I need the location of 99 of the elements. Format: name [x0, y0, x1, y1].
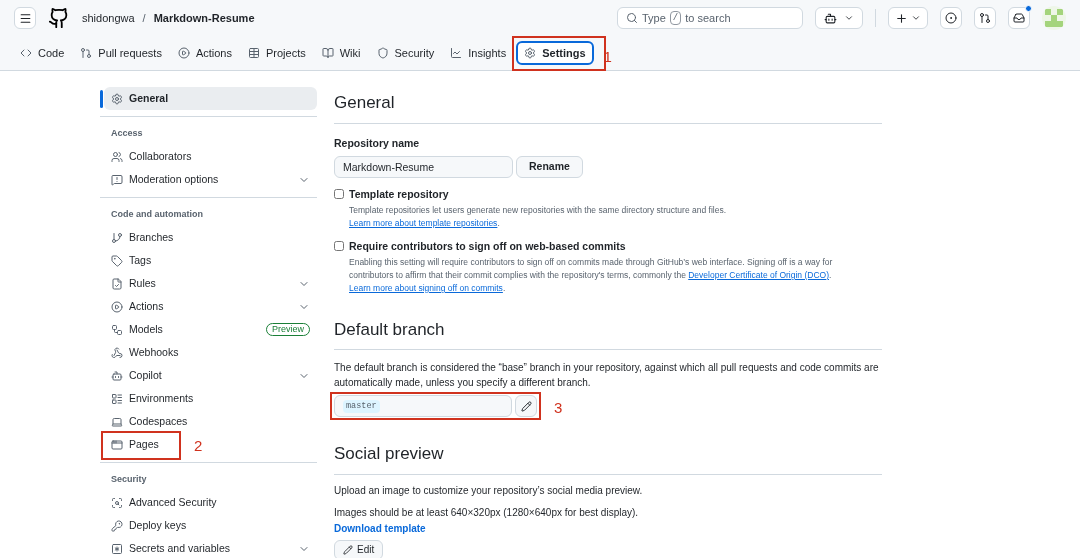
- caret-icon: [844, 13, 855, 23]
- annotation-number: 2: [194, 438, 203, 453]
- field-label: Repository name: [334, 135, 421, 151]
- sidebar-item[interactable]: Webhooks: [104, 341, 317, 364]
- path-separator: /: [142, 10, 146, 26]
- copilot-button[interactable]: [815, 7, 863, 29]
- pencil-icon: [343, 544, 353, 555]
- tag-icon: [111, 254, 123, 267]
- chart-icon: [450, 47, 463, 59]
- repo-tab[interactable]: Settings: [516, 41, 594, 65]
- gear-icon: [111, 92, 123, 105]
- sidebar-item[interactable]: Deploy keys: [104, 514, 317, 537]
- option-description: Template repositories let users generate new repositories with the same directory structure and files. Learn more about template repositories.: [349, 204, 727, 230]
- table-icon: [247, 47, 260, 59]
- sidebar-item[interactable]: Tags: [104, 249, 317, 272]
- key-icon: [111, 519, 123, 532]
- search-icon: [626, 12, 638, 24]
- create-button[interactable]: [888, 7, 928, 29]
- issues-button[interactable]: [940, 7, 962, 29]
- sidebar-item[interactable]: Rules: [104, 272, 317, 295]
- menu-icon: [18, 11, 32, 25]
- sidebar-item[interactable]: Pages: [104, 433, 179, 456]
- comment-icon: [111, 173, 123, 186]
- branch-name: master: [343, 399, 380, 413]
- people-icon: [111, 150, 123, 163]
- download-template-link[interactable]: Download template: [334, 520, 882, 536]
- menu-button[interactable]: [14, 7, 36, 29]
- caret-icon: [911, 13, 922, 23]
- annotation-number: 3: [554, 400, 563, 416]
- list-icon: [111, 392, 123, 405]
- option-checkbox[interactable]: [334, 241, 344, 251]
- learn-more-link[interactable]: Developer Certificate of Origin (DCO): [688, 269, 829, 280]
- learn-more-link[interactable]: Learn more about signing off on commits: [349, 282, 503, 293]
- repo-tab[interactable]: Actions: [171, 41, 238, 65]
- robot-icon: [823, 11, 837, 25]
- sidebar-item[interactable]: Secrets and variables: [104, 537, 317, 558]
- search-placeholder: to search: [685, 10, 731, 26]
- pencil-icon: [520, 400, 532, 412]
- asterisk-icon: [111, 542, 123, 555]
- inbox-button[interactable]: [1008, 7, 1030, 29]
- window-icon: [111, 438, 123, 451]
- nodes-icon: [111, 323, 123, 336]
- sidebar-item[interactable]: Actions: [104, 295, 317, 318]
- laptop-icon: [111, 415, 123, 428]
- sidebar-item[interactable]: Moderation options: [104, 168, 317, 191]
- sidebar-item[interactable]: General: [104, 87, 317, 110]
- sidebar-item[interactable]: Environments: [104, 387, 317, 410]
- repo-tab[interactable]: Insights: [444, 41, 513, 65]
- gear-icon: [524, 47, 537, 59]
- repo-tab[interactable]: Projects: [241, 41, 312, 65]
- plus-icon: [894, 11, 908, 25]
- play-icon: [111, 300, 123, 313]
- option-label: Require contributors to sign off on web-based commits: [349, 239, 627, 254]
- owner-link[interactable]: shidongwa: [82, 9, 135, 27]
- scan-icon: [111, 496, 123, 509]
- search-placeholder: Type: [642, 10, 666, 26]
- repo-tab[interactable]: Security: [370, 41, 441, 65]
- branch-description: The default branch is considered the “base” branch in your repository, against which all pull requests and code commits are automatically made, unless you specify a different branch.: [334, 361, 880, 391]
- pull-request-icon: [80, 47, 93, 59]
- branch-icon: [111, 231, 123, 244]
- repo-tab[interactable]: Wiki: [315, 41, 367, 65]
- preview-text: Upload an image to customize your repository’s social media preview.: [334, 483, 644, 497]
- repo-tab[interactable]: Pull requests: [74, 41, 168, 65]
- issue-icon: [945, 12, 957, 24]
- pull-requests-button[interactable]: [974, 7, 996, 29]
- code-icon: [20, 47, 32, 59]
- search-field[interactable]: Type / to search: [617, 7, 803, 29]
- sidebar-item[interactable]: Codespaces: [104, 410, 317, 433]
- section-heading: Access: [110, 127, 144, 140]
- pull-request-icon: [979, 12, 991, 24]
- section-heading: Security: [110, 473, 148, 486]
- robot-icon: [111, 369, 123, 382]
- preview-text: Images should be at least 640×320px (1280×640px for best display).: [334, 505, 640, 519]
- option-checkbox[interactable]: [334, 189, 344, 200]
- repo-link[interactable]: Markdown-Resume: [153, 9, 255, 27]
- sidebar-item[interactable]: Advanced Security: [104, 491, 317, 514]
- play-icon: [177, 47, 190, 59]
- sidebar-item[interactable]: Branches: [104, 226, 317, 249]
- section-title: General: [334, 90, 882, 124]
- section-title: Default branch: [334, 316, 882, 351]
- edit-branch-button[interactable]: [515, 395, 537, 418]
- logo-icon[interactable]: [48, 7, 70, 29]
- book-icon: [321, 47, 334, 59]
- sidebar-item[interactable]: Copilot: [104, 364, 317, 387]
- option-description: Enabling this setting will require contributors to sign off on commits made through GitHub’s web interface. Signing off is a way for contributors to affirm that their commit complies with the repository's terms, commonly the Developer Certificate of Origin (DCO). Learn more about signing off on commits.: [349, 255, 834, 295]
- rename-button[interactable]: Rename: [516, 156, 583, 179]
- file-icon: [111, 277, 123, 290]
- section-heading: Code and automation: [110, 208, 204, 221]
- repository-name-field[interactable]: Markdown-Resume: [334, 156, 513, 179]
- sidebar-item[interactable]: Collaborators: [104, 145, 317, 168]
- section-title: Social preview: [334, 441, 882, 475]
- repo-tab[interactable]: Code: [14, 41, 71, 65]
- inbox-icon: [1013, 12, 1025, 24]
- option-label: Template repository: [349, 187, 450, 203]
- shortcut-key: /: [669, 11, 682, 25]
- webhook-icon: [111, 346, 123, 359]
- shield-icon: [376, 47, 389, 59]
- sidebar-item[interactable]: Models Preview: [104, 318, 317, 341]
- edit-button[interactable]: Edit: [334, 539, 384, 558]
